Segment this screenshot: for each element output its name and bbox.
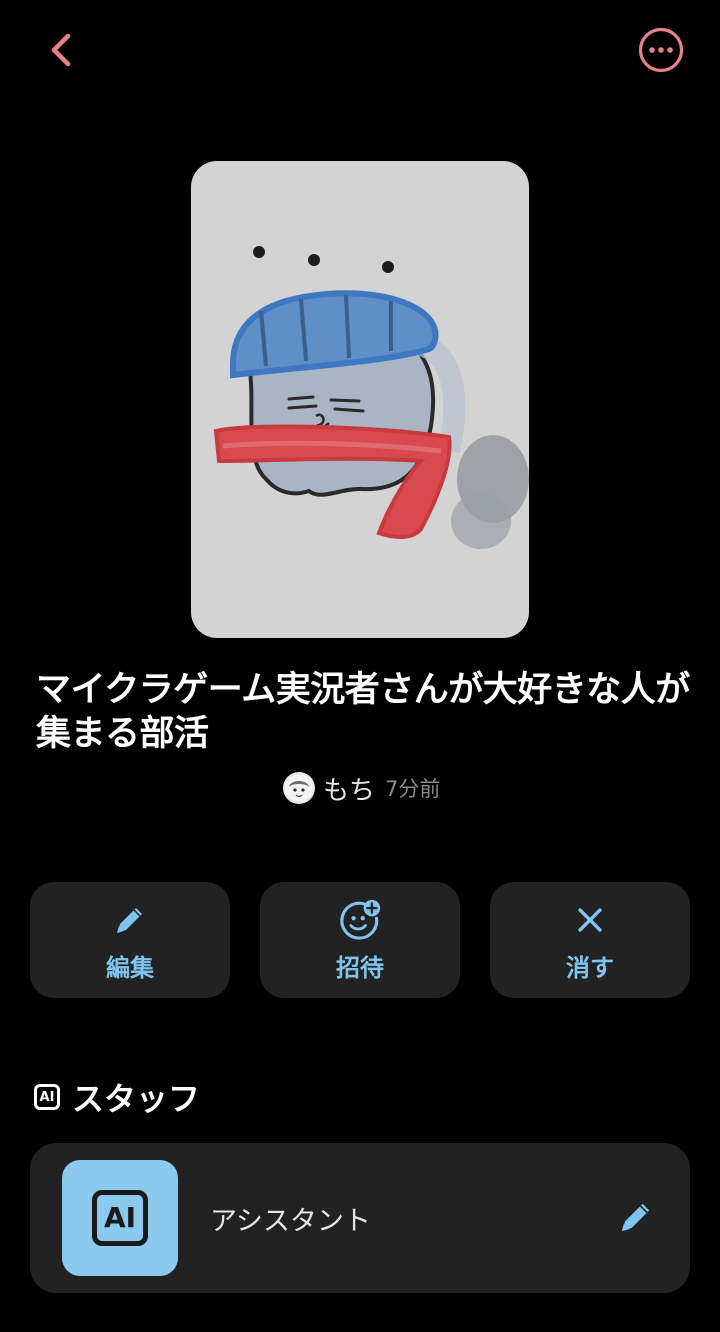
assistant-avatar: AI — [62, 1160, 178, 1276]
ellipsis-circle-icon — [638, 27, 684, 73]
ai-icon: AI — [34, 1084, 60, 1110]
staff-member-card[interactable]: AI アシスタント — [30, 1143, 690, 1293]
posted-time: 7分前 — [385, 777, 441, 801]
back-button[interactable] — [40, 28, 84, 72]
club-title: マイクラゲーム実況者さんが大好きな人が集まる部活 — [36, 670, 690, 754]
delete-label: 消す — [566, 953, 614, 982]
more-options-button[interactable] — [637, 26, 685, 74]
avatar-illustration — [285, 774, 313, 802]
staff-member-name: アシスタント — [210, 1206, 371, 1237]
edit-staff-button[interactable] — [614, 1195, 658, 1239]
ai-icon: AI — [92, 1190, 148, 1246]
delete-button[interactable]: 消す — [490, 882, 690, 998]
close-icon — [568, 898, 612, 942]
character-illustration — [213, 246, 529, 549]
staff-section-header: AI スタッフ — [34, 1074, 200, 1120]
club-cover-image — [191, 161, 529, 638]
pencil-icon — [621, 1203, 650, 1232]
invite-label: 招待 — [336, 953, 384, 982]
invite-button[interactable]: 招待 — [260, 882, 460, 998]
author-name[interactable]: もち — [323, 770, 375, 807]
edit-label: 編集 — [106, 953, 154, 982]
author-info[interactable]: もち 7分前 — [283, 770, 440, 806]
author-avatar[interactable] — [283, 772, 315, 804]
face-plus-icon — [338, 898, 382, 942]
staff-section-title: スタッフ — [72, 1080, 201, 1118]
edit-button[interactable]: 編集 — [30, 882, 230, 998]
chevron-left-icon — [51, 33, 71, 67]
pencil-icon — [108, 898, 152, 942]
